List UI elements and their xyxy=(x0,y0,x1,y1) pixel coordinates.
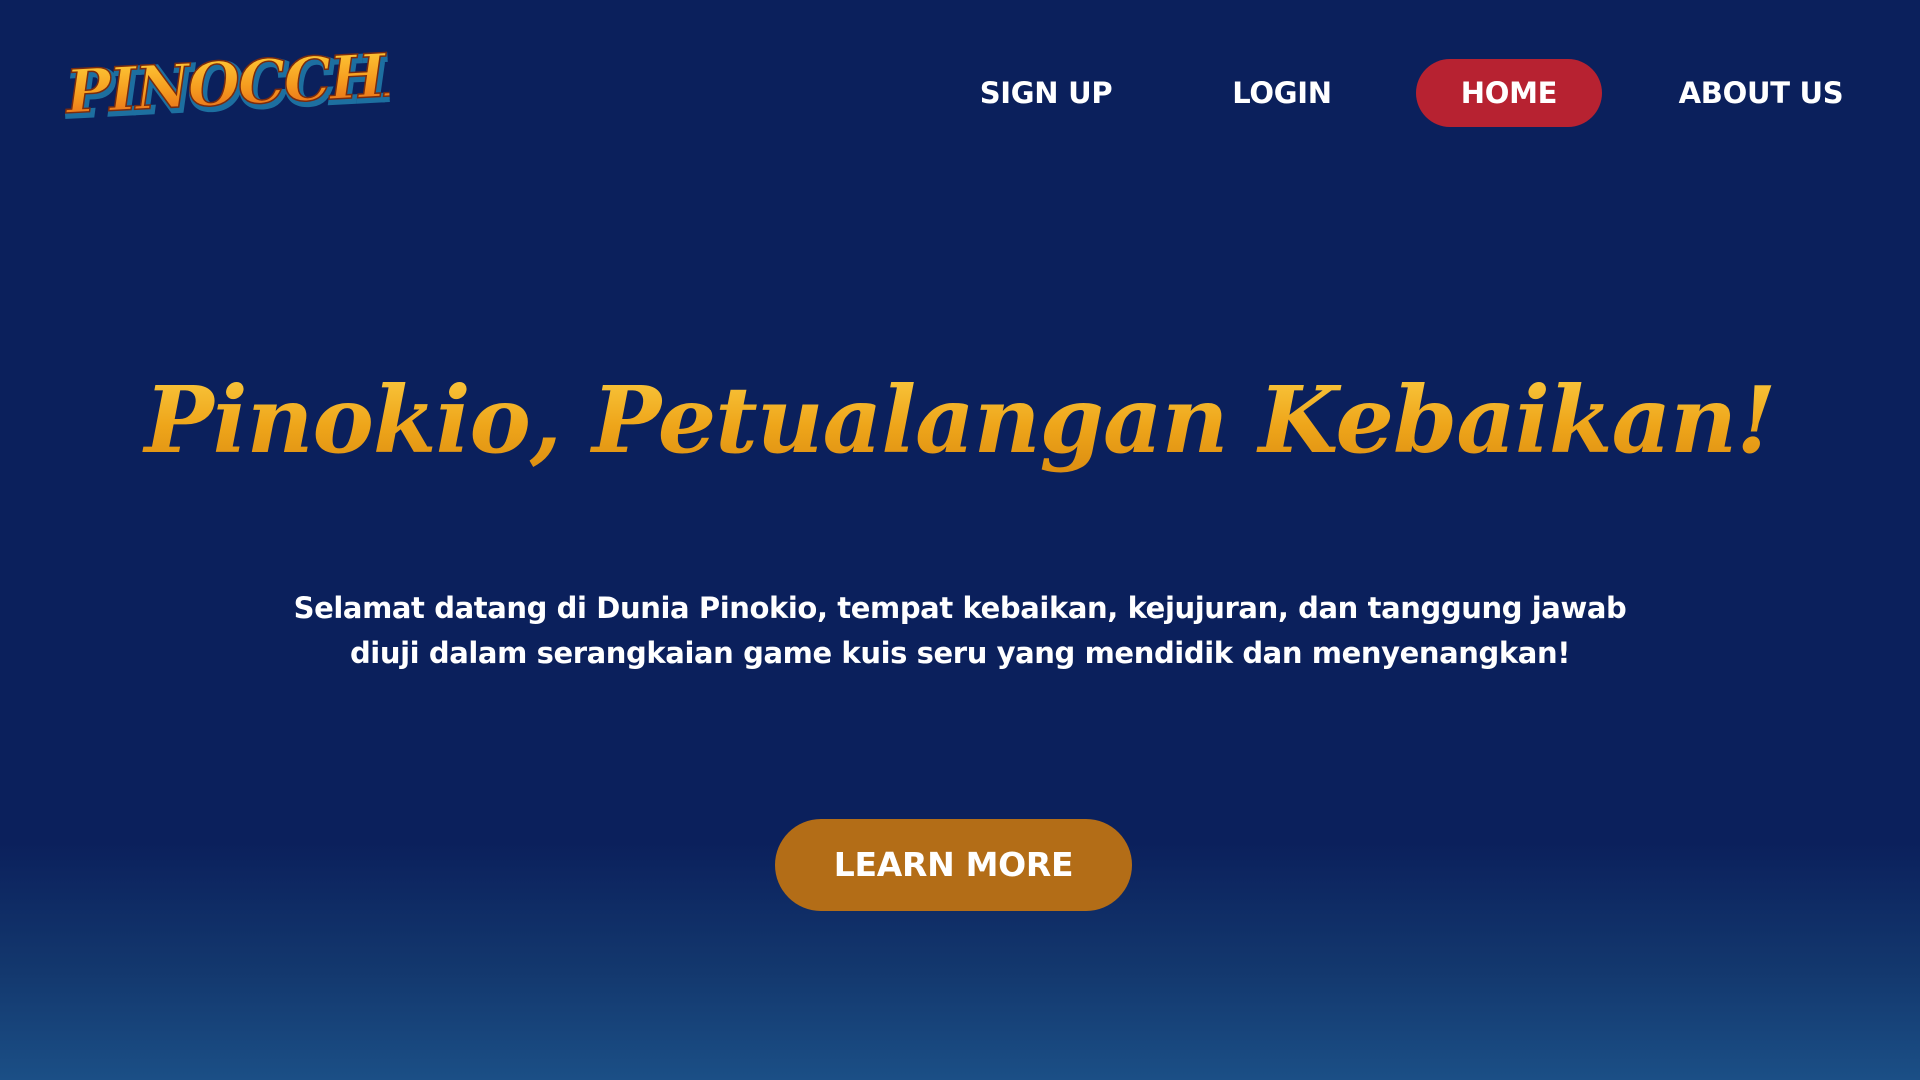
nav-sign-up[interactable]: SIGN UP xyxy=(966,59,1126,127)
nav-home[interactable]: HOME xyxy=(1416,59,1602,127)
learn-more-button[interactable]: LEARN MORE xyxy=(775,819,1132,911)
main-nav: SIGN UP LOGIN HOME ABOUT US xyxy=(0,59,1920,127)
nav-about-us[interactable]: ABOUT US xyxy=(1670,59,1852,127)
hero-description: Selamat datang di Dunia Pinokio, tempat … xyxy=(293,591,1627,670)
hero-title: Pinokio, Petualangan Kebaikan! xyxy=(0,360,1920,480)
nav-login[interactable]: LOGIN xyxy=(1212,59,1352,127)
